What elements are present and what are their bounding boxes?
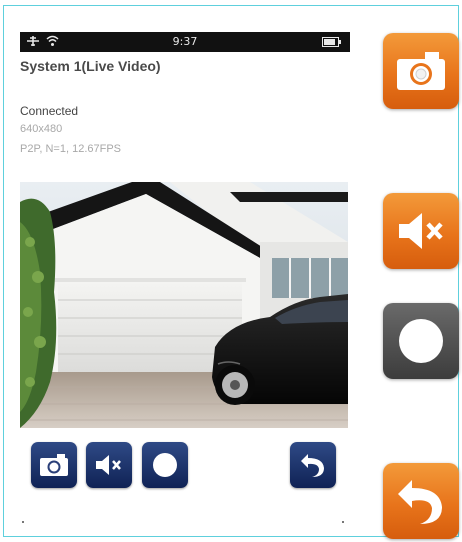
video-resolution: 640x480 — [20, 123, 63, 135]
connection-status: Connected — [20, 104, 79, 118]
record-legend-button[interactable] — [383, 303, 459, 379]
speaker-mute-icon — [96, 455, 121, 475]
video-frame-image — [20, 182, 348, 428]
snapshot-legend-button[interactable] — [383, 33, 459, 109]
back-button[interactable] — [290, 442, 336, 488]
status-bar: 9:37 — [20, 32, 350, 52]
camera-icon — [397, 52, 445, 90]
status-time: 9:37 — [172, 35, 198, 48]
back-legend-button[interactable] — [383, 463, 459, 539]
record-button[interactable] — [142, 442, 188, 488]
record-icon — [153, 453, 177, 477]
camera-icon — [40, 454, 68, 476]
speaker-mute-icon — [399, 213, 443, 249]
corner-dot — [342, 521, 344, 523]
back-arrow-icon — [301, 454, 324, 477]
battery-icon — [322, 37, 342, 50]
record-icon — [399, 319, 443, 363]
corner-dot — [22, 521, 24, 523]
live-video-view[interactable] — [20, 182, 348, 428]
page-title: System 1(Live Video) — [20, 58, 161, 74]
mute-legend-button[interactable] — [383, 193, 459, 269]
phone-screen: 9:37 System 1(Live Video) Connected 640x… — [20, 32, 350, 528]
stream-info: P2P, N=1, 12.67FPS — [20, 143, 122, 155]
snapshot-button[interactable] — [31, 442, 77, 488]
back-arrow-icon — [398, 480, 442, 524]
mute-button[interactable] — [86, 442, 132, 488]
